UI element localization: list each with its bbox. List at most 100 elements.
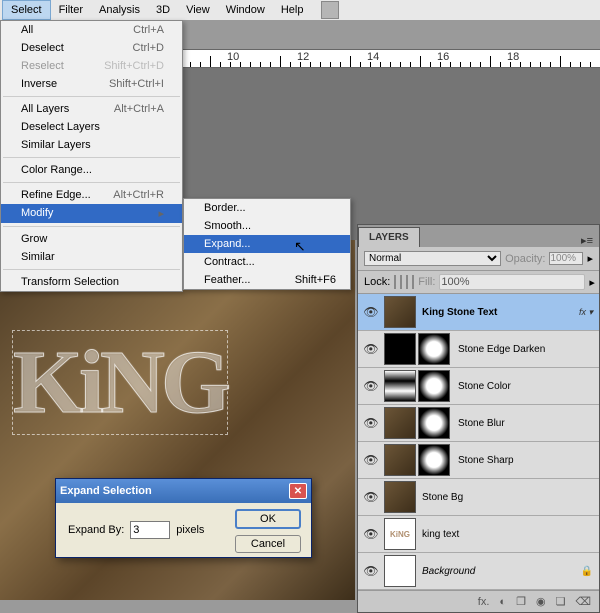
menu-item-similar[interactable]: Similar — [1, 248, 182, 266]
ruler-mark: 16 — [435, 51, 505, 63]
menu-item-grow[interactable]: Grow — [1, 230, 182, 248]
menu-filter[interactable]: Filter — [51, 1, 91, 19]
lock-all-icon[interactable] — [412, 275, 414, 289]
layer-mask-thumbnail[interactable] — [418, 407, 450, 439]
visibility-icon[interactable]: 👁 — [360, 416, 382, 430]
unit-label: pixels — [176, 524, 204, 536]
fill-input[interactable] — [439, 274, 585, 290]
menu-item-inverse[interactable]: InverseShift+Ctrl+I — [1, 75, 182, 93]
submenu-item-border[interactable]: Border... — [184, 199, 350, 217]
layer-thumbnail[interactable]: KiNG — [384, 518, 416, 550]
layer-name[interactable]: Background — [418, 566, 581, 577]
cancel-button[interactable]: Cancel — [235, 535, 301, 553]
layer-thumbnail[interactable] — [384, 407, 416, 439]
layer-name[interactable]: king text — [418, 529, 597, 540]
visibility-icon[interactable]: 👁 — [360, 305, 382, 319]
visibility-icon[interactable]: 👁 — [360, 527, 382, 541]
submenu-item-smooth[interactable]: Smooth... — [184, 217, 350, 235]
menu-analysis[interactable]: Analysis — [91, 1, 148, 19]
ruler-mark: 12 — [295, 51, 365, 63]
layer-row[interactable]: 👁 Stone Color — [358, 368, 599, 405]
layer-mask-thumbnail[interactable] — [418, 333, 450, 365]
submenu-item-expand[interactable]: Expand... — [184, 235, 350, 253]
visibility-icon[interactable]: 👁 — [360, 490, 382, 504]
blend-mode-select[interactable]: Normal — [364, 251, 501, 266]
layer-mask-thumbnail[interactable] — [418, 444, 450, 476]
workspace-icon[interactable] — [321, 1, 339, 19]
menu-view[interactable]: View — [178, 1, 218, 19]
fx-indicator[interactable]: fx ▾ — [579, 307, 597, 318]
visibility-icon[interactable]: 👁 — [360, 379, 382, 393]
layer-thumbnail[interactable] — [384, 333, 416, 365]
footer-icon-4[interactable]: ❏ — [556, 595, 566, 608]
fill-flyout-icon[interactable]: ▸ — [589, 276, 595, 289]
layer-row[interactable]: 👁 Background🔒 — [358, 553, 599, 590]
menu-item-modify[interactable]: Modify▸ — [1, 204, 182, 223]
ruler-mark: 10 — [225, 51, 295, 63]
layer-thumbnail[interactable] — [384, 481, 416, 513]
lock-pixels-icon[interactable] — [400, 275, 402, 289]
menu-window[interactable]: Window — [218, 1, 273, 19]
visibility-icon[interactable]: 👁 — [360, 342, 382, 356]
layer-name[interactable]: Stone Sharp — [454, 455, 597, 466]
close-icon[interactable]: ✕ — [289, 483, 307, 499]
layer-thumbnail[interactable] — [384, 296, 416, 328]
footer-icon-0[interactable]: fx. — [478, 596, 490, 608]
menu-item-alllayers[interactable]: All LayersAlt+Ctrl+A — [1, 100, 182, 118]
layer-row[interactable]: 👁KiNGking text — [358, 516, 599, 553]
menu-item-transformselection[interactable]: Transform Selection — [1, 273, 182, 291]
layers-panel: LAYERS ▸≡ Normal Opacity: ▸ Lock: Fill: … — [357, 224, 600, 613]
modify-submenu: Border...Smooth...Expand...Contract...Fe… — [183, 198, 351, 290]
layer-row[interactable]: 👁 Stone Edge Darken — [358, 331, 599, 368]
layer-row[interactable]: 👁 Stone Sharp — [358, 442, 599, 479]
menu-select[interactable]: Select — [2, 0, 51, 20]
menu-item-deselect[interactable]: DeselectCtrl+D — [1, 39, 182, 57]
panel-tab-bar: LAYERS ▸≡ — [358, 225, 599, 247]
lock-transparent-icon[interactable] — [394, 275, 396, 289]
separator — [3, 96, 180, 97]
panel-menu-icon[interactable]: ▸≡ — [575, 234, 599, 247]
menu-item-deselectlayers[interactable]: Deselect Layers — [1, 118, 182, 136]
layer-name[interactable]: Stone Color — [454, 381, 597, 392]
menubar: Select Filter Analysis 3D View Window He… — [0, 0, 600, 20]
footer-icon-1[interactable]: ◐ — [499, 596, 506, 608]
layer-name[interactable]: Stone Edge Darken — [454, 344, 597, 355]
layers-tab[interactable]: LAYERS — [358, 227, 420, 247]
opacity-input[interactable] — [549, 252, 583, 265]
expand-by-input[interactable] — [130, 521, 170, 539]
layer-name[interactable]: Stone Blur — [454, 418, 597, 429]
opacity-flyout-icon[interactable]: ▸ — [587, 252, 593, 265]
separator — [3, 269, 180, 270]
layer-row[interactable]: 👁 Stone Bg — [358, 479, 599, 516]
layer-mask-thumbnail[interactable] — [418, 370, 450, 402]
menu-item-refineedge[interactable]: Refine Edge...Alt+Ctrl+R — [1, 186, 182, 204]
menu-item-colorrange[interactable]: Color Range... — [1, 161, 182, 179]
footer-icon-5[interactable]: ⌫ — [575, 595, 591, 608]
lock-position-icon[interactable] — [406, 275, 408, 289]
layer-row[interactable]: 👁 King Stone Textfx ▾ — [358, 294, 599, 331]
lock-icon: 🔒 — [581, 566, 597, 577]
lock-row: Lock: Fill: ▸ — [358, 271, 599, 294]
layer-row[interactable]: 👁 Stone Blur — [358, 405, 599, 442]
dialog-titlebar[interactable]: Expand Selection ✕ — [56, 479, 311, 503]
layer-name[interactable]: Stone Bg — [418, 492, 597, 503]
visibility-icon[interactable]: 👁 — [360, 564, 382, 578]
submenu-item-feather[interactable]: Feather...Shift+F6 — [184, 271, 350, 289]
blend-row: Normal Opacity: ▸ — [358, 247, 599, 271]
menu-item-similarlayers[interactable]: Similar Layers — [1, 136, 182, 154]
menu-help[interactable]: Help — [273, 1, 312, 19]
separator — [3, 226, 180, 227]
layer-thumbnail[interactable] — [384, 444, 416, 476]
footer-icon-3[interactable]: ◉ — [536, 595, 546, 608]
layer-thumbnail[interactable] — [384, 555, 416, 587]
menu-item-all[interactable]: AllCtrl+A — [1, 21, 182, 39]
visibility-icon[interactable]: 👁 — [360, 453, 382, 467]
menu-3d[interactable]: 3D — [148, 1, 178, 19]
cursor-icon: ↖ — [294, 238, 306, 255]
footer-icon-2[interactable]: ❐ — [516, 595, 526, 608]
layer-thumbnail[interactable] — [384, 370, 416, 402]
submenu-item-contract[interactable]: Contract... — [184, 253, 350, 271]
ruler-mark: 14 — [365, 51, 435, 63]
ok-button[interactable]: OK — [235, 509, 301, 529]
layer-name[interactable]: King Stone Text — [418, 307, 579, 318]
